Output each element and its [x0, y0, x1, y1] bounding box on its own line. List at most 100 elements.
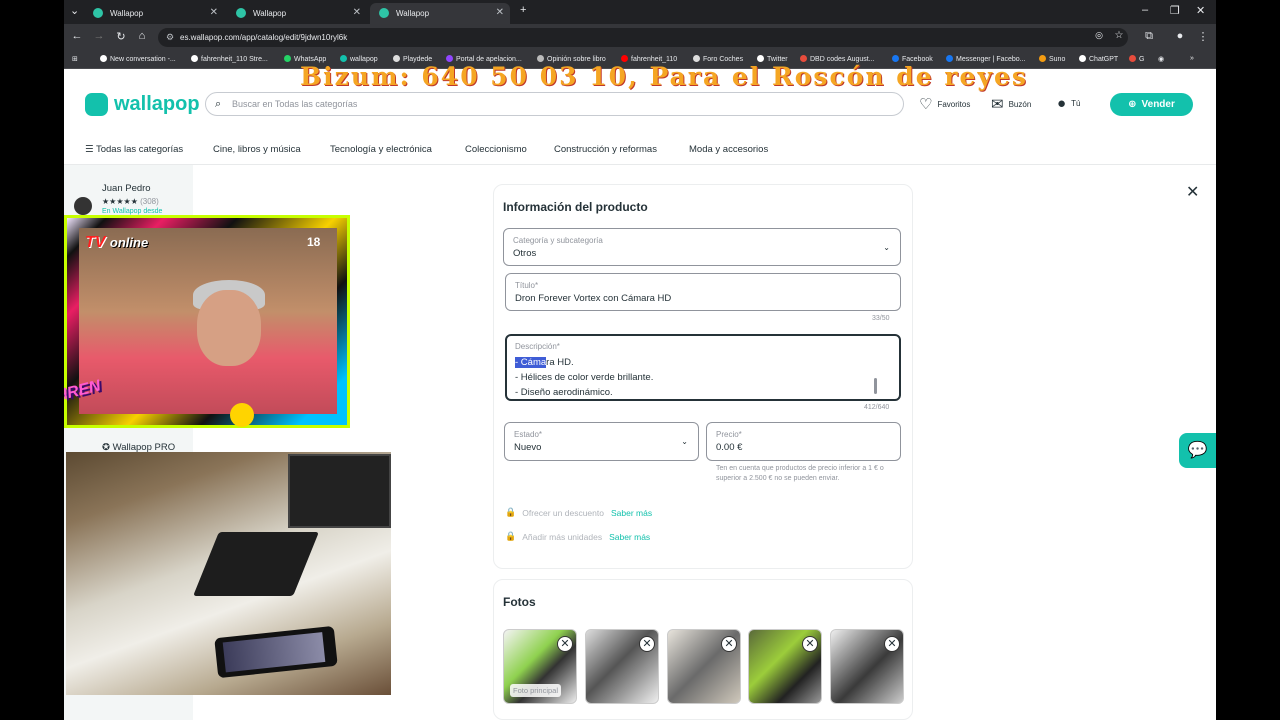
bookmark[interactable]: fahrenheit_110 Stre... — [191, 55, 268, 63]
description-textarea[interactable]: Descripción* - Cámara HD. - Hélices de c… — [505, 334, 901, 401]
close-window-icon[interactable]: ✕ — [1196, 4, 1205, 17]
description-scrollbar[interactable] — [874, 378, 877, 394]
close-tab-icon[interactable]: ✕ — [353, 7, 361, 18]
close-icon[interactable]: ✕ — [1186, 182, 1199, 202]
wallapop-logo-icon — [85, 93, 108, 116]
back-icon[interactable]: ← — [70, 30, 84, 42]
eye-off-icon[interactable]: ◎ — [1092, 30, 1106, 41]
discount-more-link[interactable]: Saber más — [611, 508, 652, 518]
review-count: (308) — [140, 197, 159, 206]
title-field[interactable]: Título* Dron Forever Vortex con Cámara H… — [505, 273, 901, 311]
remove-photo-icon[interactable]: ✕ — [721, 636, 737, 652]
title-value: Dron Forever Vortex con Cámara HD — [515, 293, 672, 304]
remove-photo-icon[interactable]: ✕ — [802, 636, 818, 652]
category-link[interactable]: Tecnología y electrónica — [330, 144, 432, 155]
pacman-icon — [230, 403, 254, 427]
phone-shape — [214, 625, 338, 679]
photos-title: Fotos — [503, 595, 536, 609]
reload-icon[interactable]: ↻ — [114, 30, 128, 43]
url-input[interactable]: ⚙ es.wallapop.com/app/catalog/edit/9jdwn… — [158, 28, 1128, 47]
tab-label: Wallapop — [253, 9, 287, 18]
units-option[interactable]: 🔒 Añadir más unidades Saber más — [505, 531, 650, 542]
photo-thumbnail[interactable]: ✕ — [748, 629, 822, 704]
remove-photo-icon[interactable]: ✕ — [639, 636, 655, 652]
category-select[interactable]: Categoría y subcategoría Otros ⌄ — [503, 228, 901, 266]
seller-avatar[interactable] — [74, 197, 92, 215]
description-text: ra HD. — [546, 357, 574, 368]
restore-icon[interactable]: ❐ — [1170, 4, 1180, 17]
x-twitter-icon — [757, 55, 764, 62]
close-tab-icon[interactable]: ✕ — [496, 7, 504, 18]
category-link[interactable]: Moda y accesorios — [689, 144, 768, 155]
bookmark-star-icon[interactable]: ☆ — [1112, 30, 1126, 41]
all-categories-menu[interactable]: ☰ Todas las categorías — [85, 144, 183, 155]
donation-banner: Bizum: 640 50 03 10, Para el Roscón de r… — [300, 62, 1028, 91]
new-tab-icon[interactable]: + — [520, 4, 526, 16]
photo-thumbnail[interactable]: ✕ — [667, 629, 741, 704]
minimize-icon[interactable]: – — [1142, 4, 1148, 16]
playdede-icon — [393, 55, 400, 62]
tab-search-icon[interactable]: ⌄ — [70, 4, 79, 17]
description-line: - Diseño aerodinámico. — [515, 387, 613, 398]
inbox-label: Buzón — [1008, 99, 1032, 109]
favorites-link[interactable]: ♡ Favoritos — [919, 95, 970, 113]
heart-icon: ♡ — [919, 96, 933, 113]
discount-option[interactable]: 🔒 Ofrecer un descuento Saber más — [505, 507, 652, 518]
close-tab-icon[interactable]: ✕ — [210, 7, 218, 18]
extensions-icon[interactable]: ⧉ — [1142, 30, 1156, 43]
home-icon[interactable]: ⌂ — [135, 30, 149, 42]
selected-text: - Cáma — [515, 357, 547, 368]
search-placeholder: Buscar en Todas las categorías — [232, 99, 358, 109]
openai-icon — [100, 55, 107, 62]
seller-name[interactable]: Juan Pedro — [102, 183, 151, 194]
price-label: Precio* — [716, 430, 742, 439]
title-label: Título* — [515, 281, 539, 290]
kick-icon — [191, 55, 198, 62]
state-select[interactable]: Estado* Nuevo ⌄ — [504, 422, 699, 461]
category-link[interactable]: Cine, libros y música — [213, 144, 301, 155]
globe-icon[interactable]: ◉ — [1158, 55, 1164, 63]
state-label: Estado* — [514, 430, 543, 439]
bookmark[interactable]: ChatGPT — [1079, 55, 1118, 63]
more-bookmarks-icon[interactable]: » — [1190, 55, 1194, 62]
inbox-link[interactable]: ✉ Buzón — [991, 95, 1031, 113]
wallapop-logo[interactable]: wallapop — [85, 93, 200, 116]
seller-since: En Wallapop desde — [102, 208, 163, 215]
bookmark[interactable]: G — [1129, 55, 1144, 63]
photo-thumbnail[interactable]: ✕ Foto principal — [503, 629, 577, 704]
category-label: Categoría y subcategoría — [513, 236, 603, 245]
category-value: Otros — [513, 248, 537, 259]
sell-button[interactable]: ⊕ Vender — [1110, 93, 1193, 116]
browser-tab-active[interactable]: Wallapop ✕ — [370, 3, 510, 24]
tab-label: Wallapop — [396, 9, 430, 18]
plus-circle-icon: ⊕ — [1128, 99, 1137, 110]
bookmark[interactable]: New conversation -... — [100, 55, 176, 63]
profile-link[interactable]: ● Tú — [1057, 95, 1080, 112]
units-more-link[interactable]: Saber más — [609, 532, 650, 542]
age-badge: 18 — [307, 235, 321, 249]
photo-thumbnail[interactable]: ✕ — [585, 629, 659, 704]
help-chat-button[interactable]: 💬 — [1179, 433, 1216, 468]
favorites-label: Favoritos — [937, 99, 971, 109]
profile-avatar-icon[interactable]: ● — [1173, 30, 1187, 42]
search-input[interactable]: ⌕ Buscar en Todas las categorías — [205, 92, 904, 116]
wallapop-favicon-icon — [379, 8, 389, 18]
photo-thumbnail[interactable]: ✕ — [830, 629, 904, 704]
profile-label: Tú — [1071, 99, 1081, 108]
price-field[interactable]: Precio* 0.00 € — [706, 422, 901, 461]
remove-photo-icon[interactable]: ✕ — [884, 636, 900, 652]
whatsapp-icon — [284, 55, 291, 62]
apps-icon[interactable]: ⊞ — [72, 55, 78, 63]
browser-tab[interactable]: Wallapop ✕ — [84, 3, 224, 24]
browser-tab[interactable]: Wallapop ✕ — [227, 3, 367, 24]
chat-icon: 💬 — [1187, 442, 1208, 459]
remove-photo-icon[interactable]: ✕ — [557, 636, 573, 652]
lock-icon: 🔒 — [505, 507, 517, 517]
forward-icon[interactable]: → — [92, 30, 106, 42]
keyboard-shape — [193, 532, 319, 596]
site-info-icon[interactable]: ⚙ — [166, 28, 174, 47]
desk-camera-overlay — [66, 452, 391, 695]
menu-icon[interactable]: ⋮ — [1196, 30, 1210, 43]
category-link[interactable]: Construcción y reformas — [554, 144, 657, 155]
category-link[interactable]: Coleccionismo — [465, 144, 527, 155]
